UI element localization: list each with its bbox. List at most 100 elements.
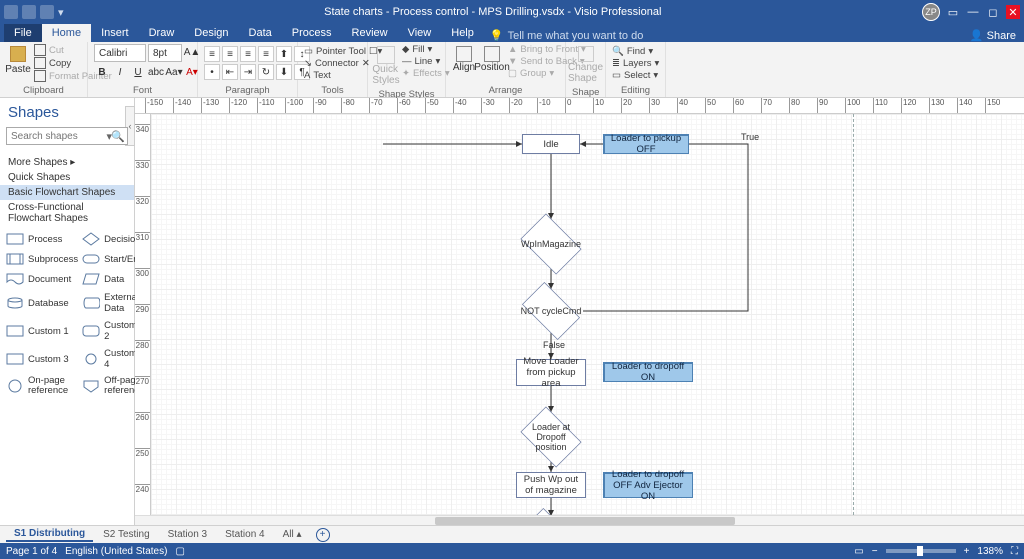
font-size-combo[interactable]: 8pt	[148, 44, 182, 62]
shape-document[interactable]: Document	[6, 272, 78, 286]
node-move-loader[interactable]: Move Loader from pickup area	[516, 359, 586, 386]
share-button[interactable]: 👤 Share	[970, 29, 1016, 42]
strike-button[interactable]: abc	[148, 64, 164, 80]
horizontal-scrollbar[interactable]	[135, 515, 1024, 525]
align-right-icon[interactable]: ≡	[240, 46, 256, 62]
user-avatar[interactable]: ZP	[922, 3, 940, 21]
align-left-icon[interactable]: ≡	[204, 46, 220, 62]
valign-top-icon[interactable]: ⬆	[276, 46, 292, 62]
status-language[interactable]: English (United States)	[65, 546, 167, 557]
node-push-wp[interactable]: Push Wp out of magazine	[516, 472, 586, 498]
hscroll-thumb[interactable]	[435, 517, 735, 525]
close-icon[interactable]: ✕	[1006, 5, 1020, 19]
grid-background	[151, 114, 1024, 515]
tab-draw[interactable]: Draw	[139, 24, 185, 42]
node-not-cyclecmd[interactable]: NOT cycleCmd	[516, 289, 586, 333]
zoom-out-icon[interactable]: −	[872, 546, 878, 557]
font-case-button[interactable]: Aa▾	[166, 64, 182, 80]
window-title: State charts - Process control - MPS Dri…	[64, 6, 922, 18]
select-button[interactable]: ▭ Select▾	[612, 70, 659, 81]
underline-button[interactable]: U	[130, 64, 146, 80]
qat-undo-icon[interactable]	[22, 5, 36, 19]
effects-button[interactable]: ✦ Effects▾	[402, 68, 450, 79]
shape-subprocess[interactable]: Subprocess	[6, 252, 78, 266]
stencil-list: More Shapes ▸ Quick Shapes Basic Flowcha…	[0, 155, 134, 226]
tab-view[interactable]: View	[398, 24, 442, 42]
bullets-icon[interactable]: •	[204, 64, 220, 80]
tab-file[interactable]: File	[4, 24, 42, 42]
tell-me-search[interactable]: 💡Tell me what you want to do	[490, 29, 643, 42]
qat-save-icon[interactable]	[4, 5, 18, 19]
node-loader-pickup-off[interactable]: Loader to pickup OFF	[603, 134, 689, 154]
tab-review[interactable]: Review	[342, 24, 398, 42]
qat-redo-icon[interactable]	[40, 5, 54, 19]
ribbon-display-icon[interactable]: ▭	[946, 5, 960, 19]
page-tab-s1[interactable]: S1 Distributing	[6, 527, 93, 542]
fit-page-icon[interactable]: ⛶	[1011, 546, 1018, 557]
maximize-icon[interactable]: ◻	[986, 5, 1000, 19]
page-tab-s2[interactable]: S2 Testing	[95, 528, 158, 541]
page-break-line	[853, 114, 854, 515]
page-tab-all[interactable]: All ▴	[275, 528, 310, 541]
indent-dec-icon[interactable]: ⇤	[222, 64, 238, 80]
group-label-paragraph: Paragraph	[204, 84, 291, 97]
italic-button[interactable]: I	[112, 64, 128, 80]
tab-insert[interactable]: Insert	[91, 24, 139, 42]
position-icon	[484, 46, 500, 62]
zoom-in-icon[interactable]: +	[964, 546, 970, 557]
format-painter-icon	[34, 70, 46, 82]
shape-database[interactable]: Database	[6, 292, 78, 314]
node-loader-dropoff-off[interactable]: Loader to dropoff OFF Adv Ejector ON	[603, 472, 693, 498]
stencil-basic-flowchart[interactable]: Basic Flowchart Shapes	[0, 185, 134, 200]
tab-home[interactable]: Home	[42, 24, 91, 42]
align-justify-icon[interactable]: ≡	[258, 46, 274, 62]
zoom-slider[interactable]	[886, 549, 956, 553]
align-button[interactable]: Align	[452, 44, 476, 75]
position-button[interactable]: Position	[480, 44, 504, 75]
rotate-text-icon[interactable]: ↻	[258, 64, 274, 80]
cut-icon	[34, 44, 46, 56]
node-loader-dropoff-on[interactable]: Loader to dropoff ON	[603, 362, 693, 382]
minimize-icon[interactable]: —	[966, 5, 980, 19]
search-icon[interactable]: 🔍	[111, 130, 125, 143]
zoom-level[interactable]: 138%	[977, 546, 1003, 557]
shape-onpage-ref[interactable]: On-page reference	[6, 376, 78, 395]
shape-process[interactable]: Process	[6, 232, 78, 246]
paste-button[interactable]: Paste	[6, 44, 30, 77]
zoom-slider-thumb[interactable]	[917, 546, 923, 556]
tab-help[interactable]: Help	[441, 24, 484, 42]
node-loader-at-dropoff[interactable]: Loader at Dropoff position	[516, 412, 586, 462]
macro-record-icon[interactable]: ▢	[175, 546, 184, 557]
tab-process[interactable]: Process	[282, 24, 342, 42]
stencil-quick-shapes[interactable]: Quick Shapes	[0, 170, 134, 185]
stencil-cross-functional[interactable]: Cross-Functional Flowchart Shapes	[0, 200, 134, 226]
page-tab-s3[interactable]: Station 3	[160, 528, 215, 541]
indent-inc-icon[interactable]: ⇥	[240, 64, 256, 80]
add-page-button[interactable]: +	[316, 528, 330, 542]
stencil-more-shapes[interactable]: More Shapes ▸	[0, 155, 134, 170]
horizontal-ruler: -150-140-130-120-110-100-90-80-70-60-50-…	[135, 98, 1024, 114]
find-button[interactable]: 🔍 Find▾	[612, 46, 659, 57]
valign-bot-icon[interactable]: ⬇	[276, 64, 292, 80]
tab-design[interactable]: Design	[184, 24, 238, 42]
line-button[interactable]: — Line▾	[402, 56, 450, 67]
node-wp-in-magazine[interactable]: WpInMagazine	[516, 219, 586, 269]
shapes-pane: ‹ Shapes ▾ 🔍 More Shapes ▸ Quick Shapes …	[0, 98, 135, 525]
drawing-canvas[interactable]: Idle Loader to pickup OFF WpInMagazine N…	[151, 114, 1024, 515]
quick-styles-button[interactable]: Quick Styles	[374, 44, 398, 88]
fill-button[interactable]: ◆ Fill▾	[402, 44, 450, 55]
bulb-icon: 💡	[490, 29, 504, 42]
page-tab-s4[interactable]: Station 4	[217, 528, 272, 541]
font-name-combo[interactable]: Calibri	[94, 44, 146, 62]
change-shape-button[interactable]: Change Shape	[572, 44, 599, 86]
group-label-font: Font	[94, 84, 191, 97]
align-center-icon[interactable]: ≡	[222, 46, 238, 62]
node-idle[interactable]: Idle	[522, 134, 580, 154]
bold-button[interactable]: B	[94, 64, 110, 80]
shape-custom3[interactable]: Custom 3	[6, 348, 78, 370]
shape-custom1[interactable]: Custom 1	[6, 320, 78, 342]
quick-styles-icon	[377, 46, 395, 64]
layers-button[interactable]: ≣ Layers▾	[612, 58, 659, 69]
tab-data[interactable]: Data	[239, 24, 282, 42]
presentation-mode-icon[interactable]: ▭	[854, 546, 863, 557]
